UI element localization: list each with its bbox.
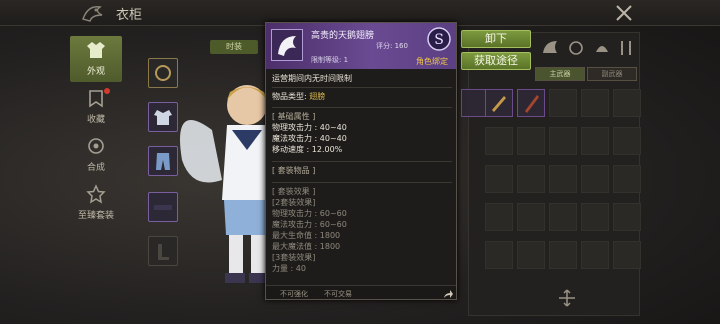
grid-cell bbox=[485, 241, 513, 269]
obtain-route-button[interactable]: 获取途径 bbox=[461, 52, 531, 70]
divider bbox=[272, 107, 452, 108]
pet-category-icon[interactable] bbox=[591, 37, 613, 59]
grid-cell bbox=[517, 165, 545, 193]
inventory-panel: 主武器 副武器 bbox=[461, 32, 641, 316]
divider bbox=[272, 182, 452, 183]
staff-icon bbox=[525, 95, 539, 113]
notification-badge bbox=[104, 88, 110, 94]
grid-cell bbox=[581, 127, 609, 155]
fashion-tab[interactable]: 时装 bbox=[210, 40, 258, 54]
grid-cell bbox=[613, 241, 641, 269]
grid-cell bbox=[613, 203, 641, 231]
item-type-label: 物品类型: bbox=[272, 92, 307, 101]
grid-cell bbox=[581, 203, 609, 231]
set-effect-line: [2套装效果] bbox=[272, 198, 316, 207]
grade-badge-icon: S bbox=[427, 27, 451, 51]
grid-cell bbox=[517, 203, 545, 231]
nav-label-supreme-set: 至臻套装 bbox=[77, 211, 114, 221]
set-effect-line: 物理攻击力 : 60~60 bbox=[272, 209, 347, 218]
sub-tab-sub-weapon[interactable]: 副武器 bbox=[587, 67, 637, 81]
left-nav: 外观 收藏 合成 至臻套装 bbox=[70, 36, 122, 228]
divider bbox=[272, 161, 452, 162]
nav-label-compose: 合成 bbox=[86, 163, 105, 173]
item-level-limit: 限制等级: 1 bbox=[311, 56, 349, 64]
grid-cell bbox=[549, 203, 577, 231]
grid-cell bbox=[517, 241, 545, 269]
grid-cell bbox=[517, 127, 545, 155]
time-limit-text: 运营期间内无时间限制 bbox=[272, 74, 352, 83]
grid-cell bbox=[549, 127, 577, 155]
basic-attr-line: 物理攻击力 : 40~40 bbox=[272, 123, 347, 132]
grid-cell[interactable] bbox=[517, 89, 545, 117]
close-icon[interactable] bbox=[612, 2, 636, 24]
grid-cell bbox=[581, 241, 609, 269]
grid-cell[interactable] bbox=[485, 89, 513, 117]
grade-letter: S bbox=[434, 32, 444, 48]
item-name: 高贵的天鹅翅膀 bbox=[311, 31, 375, 41]
set-effect-line: 最大生命值 : 1800 bbox=[272, 231, 341, 240]
basic-attr-line: 魔法攻击力 : 40~40 bbox=[272, 134, 347, 143]
grid-cell bbox=[581, 165, 609, 193]
supreme-set-icon bbox=[86, 184, 106, 204]
nav-item-compose[interactable]: 合成 bbox=[70, 132, 122, 178]
item-score: 评分: 160 bbox=[376, 42, 408, 50]
nav-label-collection: 收藏 bbox=[86, 115, 105, 125]
no-enhance-label: 不可强化 bbox=[280, 290, 308, 298]
no-trade-label: 不可交易 bbox=[324, 290, 352, 298]
wardrobe-logo-icon bbox=[82, 6, 103, 22]
grid-cell bbox=[549, 165, 577, 193]
wing-category-icon[interactable] bbox=[539, 37, 561, 59]
weapon-icon bbox=[492, 96, 506, 112]
unequip-button[interactable]: 卸下 bbox=[461, 30, 531, 48]
compose-icon bbox=[88, 138, 104, 154]
tooltip-header: 高贵的天鹅翅膀 评分: 160 限制等级: 1 S 角色绑定 bbox=[266, 23, 456, 69]
set-effect-title: [ 套装效果 ] bbox=[272, 187, 316, 196]
weapon-category-icon[interactable] bbox=[615, 37, 637, 59]
item-tooltip: 高贵的天鹅翅膀 评分: 160 限制等级: 1 S 角色绑定 运营期间内无时间限… bbox=[265, 22, 457, 300]
basic-attr-line: 移动速度 : 12.00% bbox=[272, 145, 343, 154]
grid-cell bbox=[613, 165, 641, 193]
item-icon-frame bbox=[271, 29, 303, 61]
grid-cell bbox=[485, 203, 513, 231]
set-effect-line: 魔法攻击力 : 60~60 bbox=[272, 220, 347, 229]
set-effect-line: 力量 : 40 bbox=[272, 264, 306, 273]
wing-item-icon bbox=[278, 36, 296, 56]
grid-cell bbox=[613, 127, 641, 155]
aura-category-icon[interactable] bbox=[565, 37, 587, 59]
set-effect-line: 最大魔法值 : 1800 bbox=[272, 242, 341, 251]
basic-attr-title: [ 基础属性 ] bbox=[272, 112, 316, 121]
share-icon[interactable] bbox=[442, 288, 454, 300]
nav-label-outfit: 外观 bbox=[86, 67, 105, 77]
sub-tab-main-weapon[interactable]: 主武器 bbox=[535, 67, 585, 81]
nav-item-supreme-set[interactable]: 至臻套装 bbox=[70, 180, 122, 226]
grid-cell bbox=[549, 89, 577, 117]
expand-icon[interactable] bbox=[556, 287, 578, 309]
grid-cell bbox=[613, 89, 641, 117]
item-type-value: 翅膀 bbox=[309, 92, 326, 101]
binding-label: 角色绑定 bbox=[416, 57, 448, 66]
set-items-title: [ 套装物品 ] bbox=[272, 166, 316, 175]
grid-cell bbox=[485, 127, 513, 155]
tooltip-footer: 不可强化 不可交易 bbox=[266, 285, 456, 300]
outfit-icon bbox=[87, 42, 105, 58]
set-effect-line: [3套装效果] bbox=[272, 253, 316, 262]
window-title: 衣柜 bbox=[116, 8, 143, 23]
grid-cell bbox=[485, 165, 513, 193]
nav-item-collection[interactable]: 收藏 bbox=[70, 84, 122, 130]
tooltip-body: 运营期间内无时间限制 物品类型: 翅膀 [ 基础属性 ] 物理攻击力 : 40~… bbox=[272, 73, 452, 274]
divider bbox=[272, 87, 452, 88]
nav-item-outfit[interactable]: 外观 bbox=[70, 36, 122, 82]
item-type-row: 物品类型: 翅膀 bbox=[272, 91, 452, 102]
grid-cell bbox=[581, 89, 609, 117]
grid-cell bbox=[549, 241, 577, 269]
